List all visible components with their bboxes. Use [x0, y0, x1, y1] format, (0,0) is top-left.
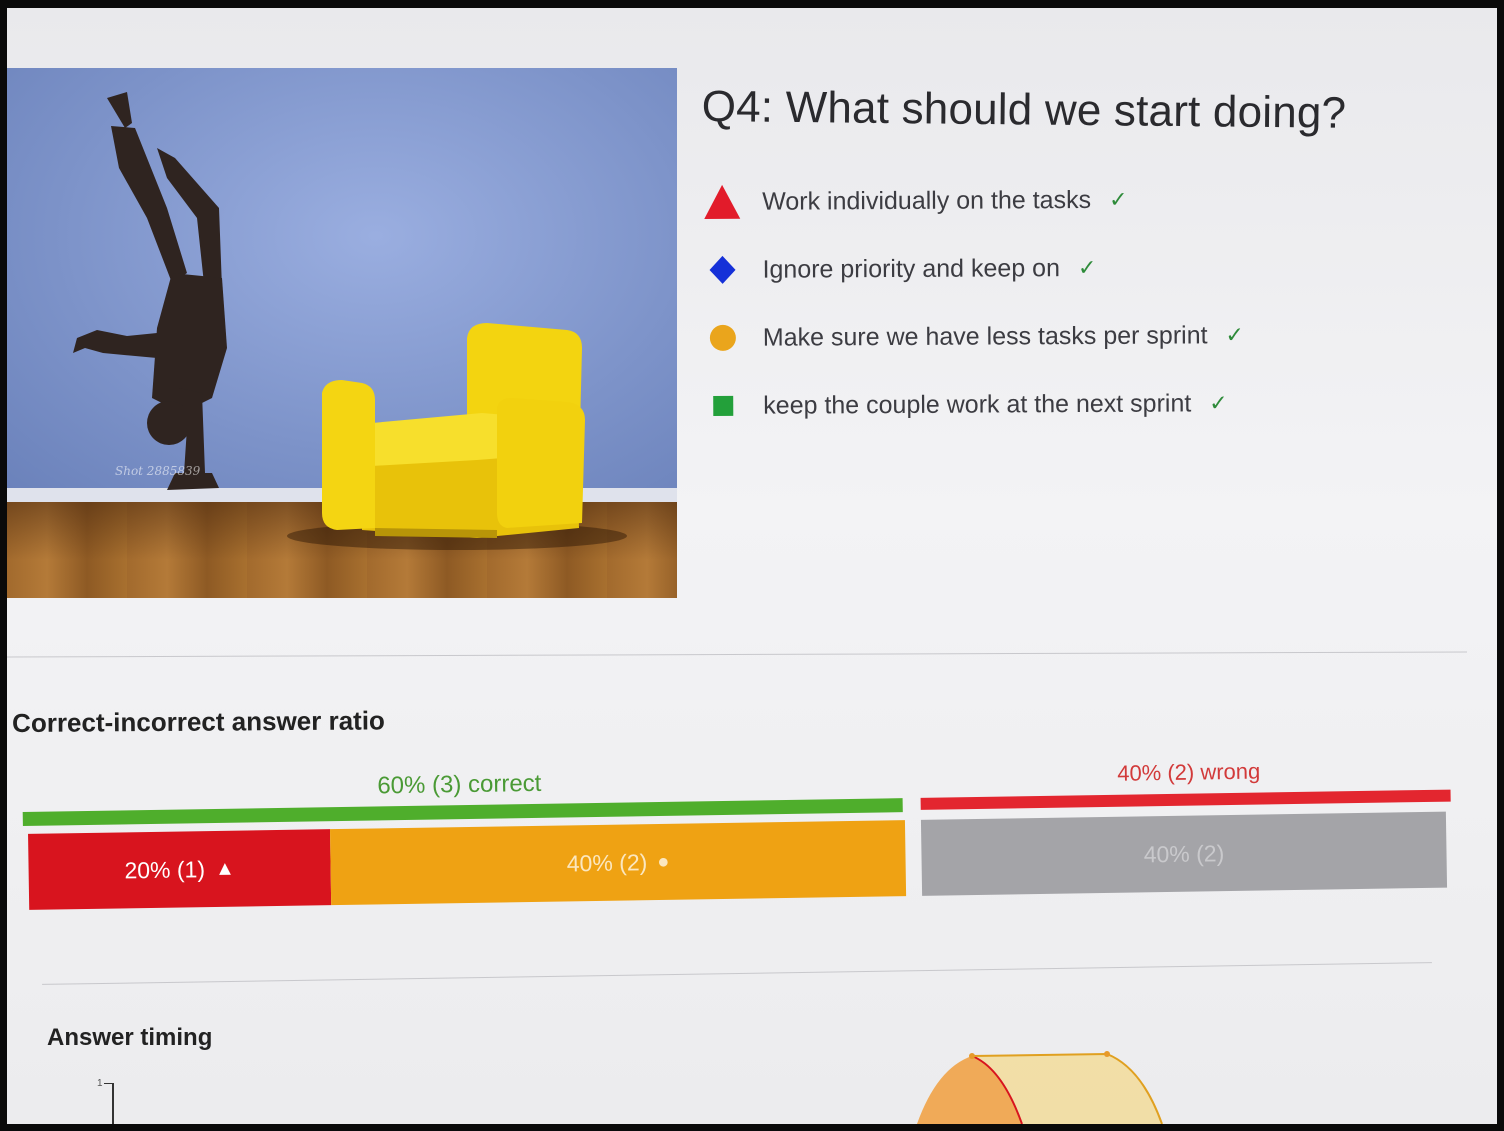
- check-icon: ✓: [1225, 322, 1245, 348]
- segment-label: 20% (1): [124, 855, 206, 883]
- answer-label: Work individually on the tasks: [762, 185, 1092, 216]
- circle-icon: ●: [657, 850, 670, 873]
- check-icon: ✓: [1108, 186, 1128, 212]
- ratio-section-title: Correct-incorrect answer ratio: [12, 705, 385, 738]
- question-title: Q4: What should we start doing?: [701, 82, 1347, 138]
- image-credit: Shot 2885839: [115, 464, 201, 478]
- segment-label: 40% (2): [566, 848, 648, 876]
- answer-item: keep the couple work at the next sprint …: [703, 369, 1353, 440]
- screen: Shot 2885839 Q4: What should we start do…: [7, 8, 1497, 1124]
- divider: [42, 962, 1432, 985]
- answer-label: keep the couple work at the next sprint: [763, 388, 1192, 420]
- answer-item: Work individually on the tasks ✓: [702, 165, 1352, 236]
- segment-label: 40% (2): [1143, 839, 1225, 867]
- ratio-segment-wrong: 40% (2): [920, 811, 1448, 896]
- y-axis: [112, 1084, 114, 1124]
- question-image: Shot 2885839: [7, 68, 677, 598]
- answer-label: Ignore priority and keep on: [762, 253, 1061, 284]
- timing-point: [969, 1053, 975, 1059]
- triangle-icon: [702, 182, 742, 222]
- timing-chart: [917, 1051, 1163, 1124]
- ratio-segment-triangle: 20% (1) ▲: [28, 829, 332, 910]
- diamond-icon: [702, 250, 742, 290]
- square-icon: [703, 386, 743, 426]
- check-icon: ✓: [1209, 390, 1228, 416]
- answer-ratio-chart: 60% (3) correct 40% (2) wrong 20% (1) ▲ …: [22, 746, 1454, 918]
- divider: [7, 651, 1467, 658]
- image-scene: [73, 92, 627, 550]
- wrong-bar: [920, 789, 1451, 810]
- timing-section-title: Answer timing: [47, 1024, 213, 1051]
- correct-label: 60% (3) correct: [377, 769, 542, 800]
- timing-point: [1104, 1051, 1110, 1057]
- answer-list: Work individually on the tasks ✓ Ignore …: [702, 165, 1353, 440]
- check-icon: ✓: [1077, 254, 1097, 281]
- answer-label: Make sure we have less tasks per sprint: [762, 320, 1208, 352]
- answer-item: Ignore priority and keep on ✓: [702, 233, 1352, 304]
- answer-item: Make sure we have less tasks per sprint …: [703, 301, 1353, 372]
- y-axis-tick: 1: [97, 1078, 103, 1089]
- triangle-icon: ▲: [214, 857, 235, 880]
- circle-icon: [703, 318, 743, 358]
- wrong-label: 40% (2) wrong: [1117, 758, 1261, 786]
- ratio-segment-circle: 40% (2) ●: [329, 820, 907, 906]
